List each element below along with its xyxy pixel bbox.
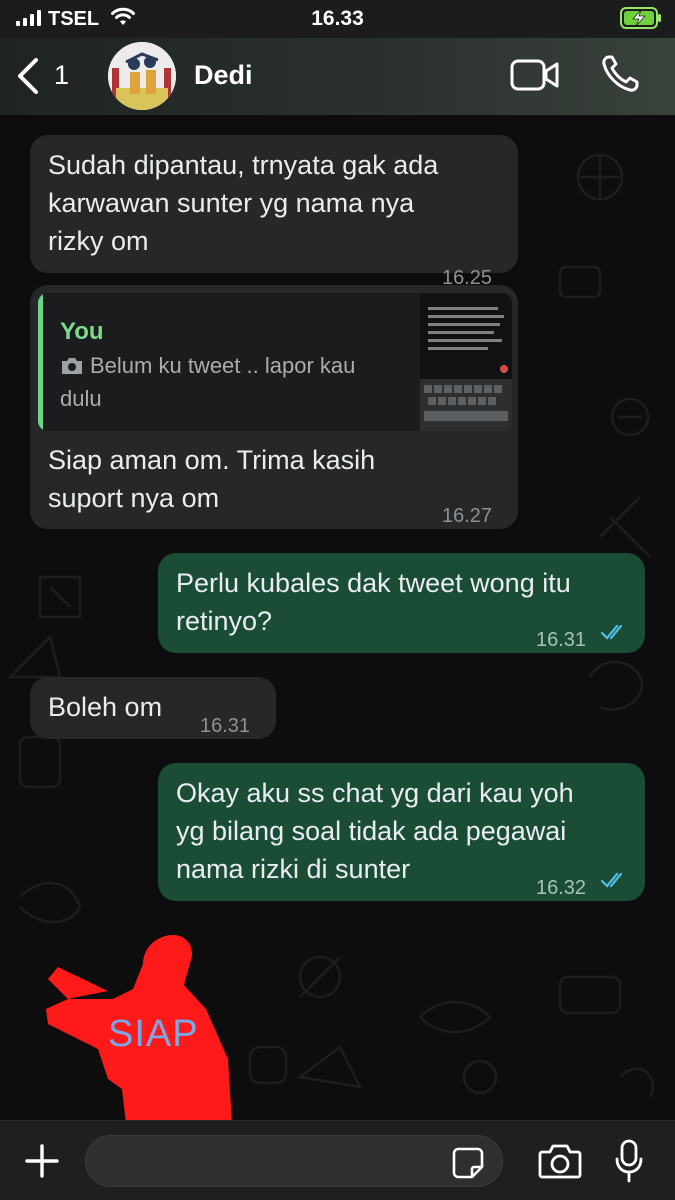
video-call-icon[interactable] — [510, 58, 560, 92]
message-time: 16.31 — [536, 629, 587, 651]
read-receipt-icon — [600, 624, 623, 640]
message-incoming[interactable]: Sudah dipantau, trnyata gak ada karwawan… — [30, 135, 518, 289]
quote-accent-bar — [38, 293, 43, 431]
message-time: 16.27 — [442, 505, 493, 527]
sticker-icon[interactable] — [452, 1147, 484, 1179]
message-outgoing[interactable]: Perlu kubales dak tweet wong itu retinyo… — [158, 553, 645, 653]
camera-icon[interactable] — [538, 1143, 582, 1179]
message-time: 16.31 — [200, 715, 251, 737]
battery-charging-icon — [620, 7, 661, 29]
voice-call-icon[interactable] — [600, 54, 640, 94]
message-incoming-reply[interactable]: You Belum ku tweet .. lapor kau dulu Sia… — [30, 285, 518, 529]
message-outgoing[interactable]: Okay aku ss chat yg dari kau yoh yg bila… — [158, 763, 645, 901]
contact-avatar[interactable] — [108, 42, 176, 110]
back-chevron-icon[interactable] — [14, 56, 42, 96]
unread-count[interactable]: 1 — [54, 60, 69, 91]
compose-bar — [0, 1120, 675, 1200]
contact-name[interactable]: Dedi — [194, 60, 253, 91]
message-input[interactable] — [85, 1135, 503, 1187]
status-bar: TSEL 16.33 — [0, 0, 675, 38]
message-text: Okay aku ss chat yg dari kau yoh yg bila… — [176, 778, 574, 884]
quoted-message[interactable]: You Belum ku tweet .. lapor kau dulu — [38, 293, 512, 431]
message-text: Sudah dipantau, trnyata gak ada karwawan… — [48, 150, 439, 256]
quote-thumbnail-icon — [420, 293, 512, 431]
message-text: Siap aman om. Trima kasih suport nya om — [48, 445, 376, 513]
message-text: Boleh om — [48, 692, 163, 722]
avatar-photo-icon — [108, 42, 176, 110]
clock: 16.33 — [311, 7, 364, 30]
read-receipt-icon — [600, 872, 623, 888]
microphone-icon[interactable] — [614, 1139, 644, 1183]
message-time: 16.32 — [536, 877, 587, 899]
quote-author: You — [60, 318, 104, 345]
quote-text: Belum ku tweet .. lapor kau dulu — [60, 353, 356, 411]
siap-sticker[interactable]: SIAP — [38, 929, 248, 1120]
message-text: Perlu kubales dak tweet wong itu retinyo… — [176, 568, 571, 636]
plus-icon[interactable] — [24, 1143, 60, 1179]
sticker-text: SIAP — [108, 1013, 199, 1055]
chat-area[interactable]: Sudah dipantau, trnyata gak ada karwawan… — [0, 117, 675, 1120]
chat-header: 1 Dedi — [0, 38, 675, 116]
message-incoming[interactable]: Boleh om 16.31 — [30, 677, 276, 739]
